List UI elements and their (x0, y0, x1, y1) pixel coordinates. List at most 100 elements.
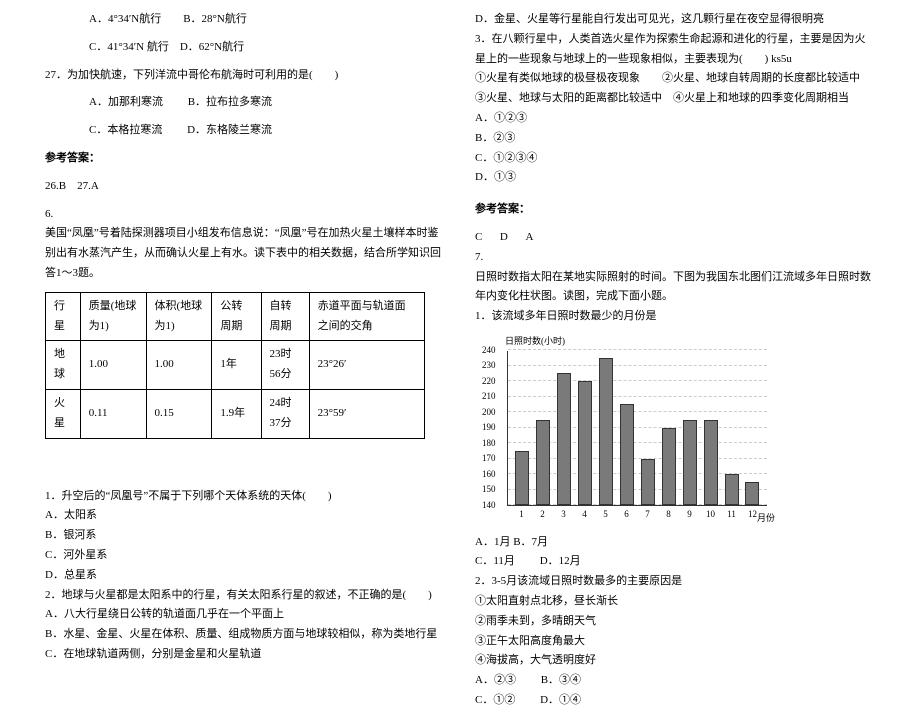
q26-options-line2: C．41°34′N 航行 D．62°N航行 (45, 38, 445, 58)
chart-xtick: 9 (683, 506, 697, 522)
chart-ytick: 180 (482, 435, 496, 451)
q6-3-option-b: B．②③ (475, 129, 875, 149)
q7-2-cond2: ②雨季未到，多晴朗天气 (475, 612, 875, 632)
q7-2-option-b: B．③④ (541, 674, 581, 686)
answer-header-right: 参考答案： (475, 200, 875, 220)
cell: 地球 (46, 341, 81, 390)
cell: 0.15 (146, 389, 212, 438)
q6-2-option-b: B．水星、金星、火星在体积、质量、组成物质方面与地球较相似，称为类地行星 (45, 625, 445, 645)
q6-1-stem: 1．升空后的“凤凰号”不属于下列哪个天体系统的天体( ) (45, 487, 445, 507)
q6-1-option-d: D．总星系 (45, 566, 445, 586)
table-header-row: 行星 质量(地球为1) 体积(地球为1) 公转周期 自转周期 赤道平面与轨道面之… (46, 292, 425, 341)
table-row: 地球 1.00 1.00 1年 23时56分 23°26′ (46, 341, 425, 390)
q7-number: 7. (475, 248, 875, 268)
th-planet: 行星 (46, 292, 81, 341)
chart-bar (704, 420, 718, 505)
chart-bar (515, 451, 529, 505)
answer-26-27: 26.B 27.A (45, 177, 445, 197)
q6-3-option-c: C．①②③④ (475, 149, 875, 169)
q7-1-option-c: C．11月 (475, 555, 515, 567)
q7-2-cond4: ④海拔高，大气透明度好 (475, 651, 875, 671)
chart-xtick: 1 (515, 506, 529, 522)
q6-2-stem: 2．地球与火星都是太阳系中的行星，有关太阳系行星的叙述，不正确的是( ) (45, 586, 445, 606)
chart-xtick: 2 (536, 506, 550, 522)
chart-ytick: 240 (482, 342, 496, 358)
chart-xtick: 10 (704, 506, 718, 522)
planet-table: 行星 质量(地球为1) 体积(地球为1) 公转周期 自转周期 赤道平面与轨道面之… (45, 292, 425, 439)
q6-3-stem: 3．在八颗行星中，人类首选火星作为探索生命起源和进化的行星，主要是因为火星上的一… (475, 30, 875, 70)
q7-2-option-d: D．①④ (540, 694, 581, 706)
q6-2-option-a: A．八大行星绕日公转的轨道面几乎在一个平面上 (45, 605, 445, 625)
chart-ytick: 170 (482, 451, 496, 467)
chart-ytick: 150 (482, 482, 496, 498)
q7-2-stem: 2．3-5月该流域日照时数最多的主要原因是 (475, 572, 875, 592)
cell: 1年 (212, 341, 261, 390)
chart-bar (557, 373, 571, 505)
q27-options-row1: A．加那利寒流 B．拉布拉多寒流 (45, 93, 445, 113)
chart-xtick: 7 (641, 506, 655, 522)
q6-stem: 美国“凤凰”号着陆探测器项目小组发布信息说：“凤凰”号在加热火星土壤样本时鉴别出… (45, 224, 445, 283)
answer-6: C D A (475, 228, 875, 248)
q6-2-option-c: C．在地球轨道两侧，分别是金星和火星轨道 (45, 645, 445, 665)
q6-3-cond-line1: ①火星有类似地球的极昼极夜现象 ②火星、地球自转周期的长度都比较适中 (475, 69, 875, 89)
cell: 火星 (46, 389, 81, 438)
q7-2-options-row2: C．①② D．①④ (475, 691, 875, 711)
q7-2-option-a: A．②③ (475, 674, 516, 686)
right-column: D．金星、火星等行星能自行发出可见光，这几颗行星在夜空显得很明亮 3．在八颗行星… (460, 10, 890, 641)
chart-bar (536, 420, 550, 505)
q6-3-option-d: D．①③ (475, 168, 875, 188)
cell: 1.00 (80, 341, 146, 390)
q7-1-option-d: D．12月 (540, 555, 581, 567)
chart-bar (641, 459, 655, 506)
q6-1-option-b: B．银河系 (45, 526, 445, 546)
q27-options-row2: C．本格拉寒流 D．东格陵兰寒流 (45, 121, 445, 141)
q7-stem: 日照时数指太阳在某地实际照射的时间。下图为我国东北图们江流域多年日照时数年内变化… (475, 268, 875, 308)
cell: 23°26′ (309, 341, 424, 390)
chart-ytick: 200 (482, 404, 496, 420)
q27-option-d: D．东格陵兰寒流 (187, 124, 272, 136)
chart-ytick: 140 (482, 497, 496, 513)
chart-ytitle: 日照时数(小时) (485, 333, 765, 349)
chart-xtick: 6 (620, 506, 634, 522)
q7-1-options-row2: C．11月 D．12月 (475, 552, 875, 572)
chart-bar (662, 428, 676, 506)
chart-ytick: 160 (482, 466, 496, 482)
q7-1-option-ab: A．1月 B．7月 (475, 536, 548, 548)
th-volume: 体积(地球为1) (146, 292, 212, 341)
table-row: 火星 0.11 0.15 1.9年 24时37分 23°59′ (46, 389, 425, 438)
th-revolution: 公转周期 (212, 292, 261, 341)
answer-header-left: 参考答案： (45, 149, 445, 169)
chart-bar (745, 482, 759, 505)
chart-bar (620, 404, 634, 505)
q6-3-cond-line2: ③火星、地球与太阳的距离都比较适中 ④火星上和地球的四季变化周期相当 (475, 89, 875, 109)
th-mass: 质量(地球为1) (80, 292, 146, 341)
cell: 24时37分 (261, 389, 309, 438)
cell: 1.00 (146, 341, 212, 390)
q6-1-option-a: A．太阳系 (45, 506, 445, 526)
cell: 0.11 (80, 389, 146, 438)
q27-option-a: A．加那利寒流 (89, 96, 163, 108)
cell: 1.9年 (212, 389, 261, 438)
q27-option-b: B．拉布拉多寒流 (188, 96, 272, 108)
q27-stem: 27．为加快航速，下列洋流中哥伦布航海时可利用的是( ) (45, 66, 445, 86)
q7-2-option-c: C．①② (475, 694, 515, 706)
sunshine-chart: 日照时数(小时) 1401501601701801902002102202302… (485, 333, 765, 527)
chart-bar (725, 474, 739, 505)
chart-bar (599, 358, 613, 505)
q6-number: 6. (45, 205, 445, 225)
chart-xtick: 8 (662, 506, 676, 522)
left-column: A．4°34′N航行 B．28°N航行 C．41°34′N 航行 D．62°N航… (30, 10, 460, 641)
chart-bar (683, 420, 697, 505)
chart-plot-area: 140150160170180190200210220230240 (507, 351, 767, 506)
chart-ytick: 190 (482, 420, 496, 436)
q7-1-stem: 1．该流域多年日照时数最少的月份是 (475, 307, 875, 327)
chart-xtick: 5 (599, 506, 613, 522)
q27-option-c: C．本格拉寒流 (89, 124, 162, 136)
th-angle: 赤道平面与轨道面之间的交角 (309, 292, 424, 341)
chart-ytick: 220 (482, 373, 496, 389)
cell: 23°59′ (309, 389, 424, 438)
chart-ytick: 210 (482, 389, 496, 405)
q6-3-option-a: A．①②③ (475, 109, 875, 129)
cell: 23时56分 (261, 341, 309, 390)
chart-bar (578, 381, 592, 505)
